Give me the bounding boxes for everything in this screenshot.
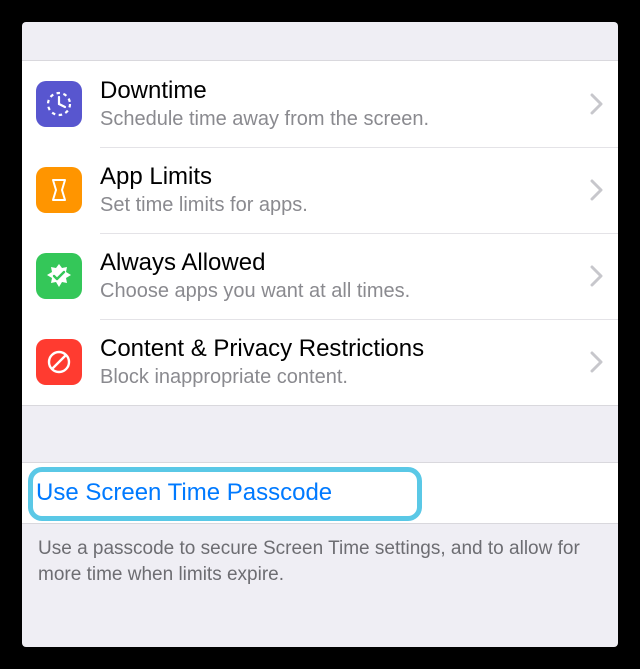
chevron-right-icon <box>590 179 604 201</box>
row-content-privacy[interactable]: Content & Privacy Restrictions Block ina… <box>22 319 618 405</box>
row-subtitle: Set time limits for apps. <box>100 193 582 217</box>
frame: Downtime Schedule time away from the scr… <box>0 0 640 669</box>
use-passcode-link[interactable]: Use Screen Time Passcode <box>36 479 332 507</box>
app-limits-icon <box>36 167 82 213</box>
row-subtitle: Block inappropriate content. <box>100 365 582 389</box>
row-subtitle: Schedule time away from the screen. <box>100 107 582 131</box>
use-passcode-row[interactable]: Use Screen Time Passcode <box>22 462 618 524</box>
content-privacy-icon <box>36 339 82 385</box>
spacer <box>22 22 618 60</box>
row-text: Always Allowed Choose apps you want at a… <box>100 249 582 304</box>
chevron-right-icon <box>590 351 604 373</box>
chevron-right-icon <box>590 93 604 115</box>
spacer <box>22 406 618 462</box>
settings-panel: Downtime Schedule time away from the scr… <box>22 22 618 647</box>
row-title: App Limits <box>100 163 582 192</box>
always-allowed-icon <box>36 253 82 299</box>
row-title: Content & Privacy Restrictions <box>100 335 582 364</box>
row-always-allowed[interactable]: Always Allowed Choose apps you want at a… <box>22 233 618 319</box>
screen-time-options-group: Downtime Schedule time away from the scr… <box>22 60 618 406</box>
row-text: Downtime Schedule time away from the scr… <box>100 77 582 132</box>
row-subtitle: Choose apps you want at all times. <box>100 279 582 303</box>
chevron-right-icon <box>590 265 604 287</box>
row-text: Content & Privacy Restrictions Block ina… <box>100 335 582 390</box>
row-title: Downtime <box>100 77 582 106</box>
row-downtime[interactable]: Downtime Schedule time away from the scr… <box>22 61 618 147</box>
passcode-footer: Use a passcode to secure Screen Time set… <box>22 524 618 599</box>
downtime-icon <box>36 81 82 127</box>
row-text: App Limits Set time limits for apps. <box>100 163 582 218</box>
row-app-limits[interactable]: App Limits Set time limits for apps. <box>22 147 618 233</box>
row-title: Always Allowed <box>100 249 582 278</box>
